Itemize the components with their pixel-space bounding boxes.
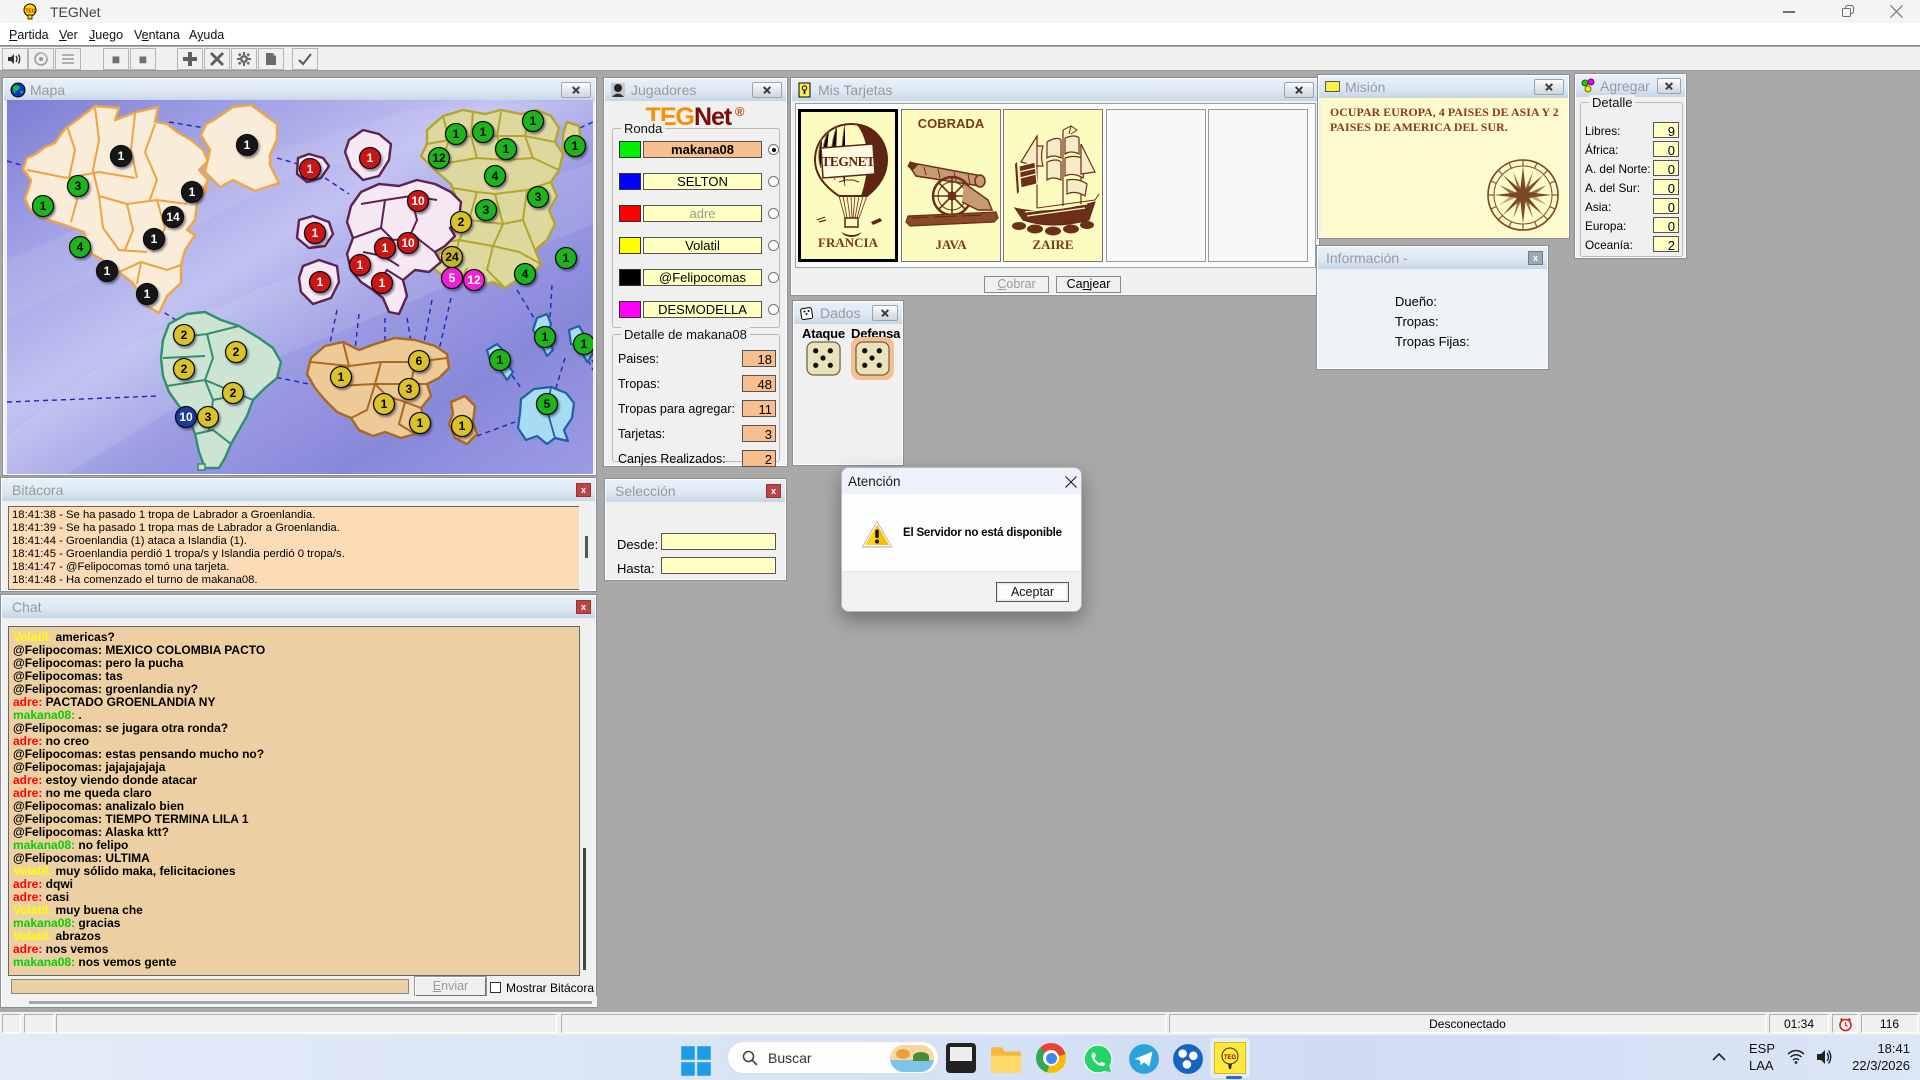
svg-text:1: 1 bbox=[338, 370, 345, 384]
svg-text:3: 3 bbox=[205, 410, 212, 424]
svg-text:1: 1 bbox=[572, 139, 579, 153]
svg-text:1: 1 bbox=[118, 149, 125, 163]
svg-text:12: 12 bbox=[467, 273, 481, 287]
svg-text:4: 4 bbox=[492, 169, 499, 183]
svg-text:2: 2 bbox=[181, 328, 188, 342]
svg-text:3: 3 bbox=[535, 190, 542, 204]
svg-text:4: 4 bbox=[77, 240, 84, 254]
svg-text:1: 1 bbox=[459, 419, 466, 433]
svg-text:3: 3 bbox=[483, 203, 490, 217]
svg-text:10: 10 bbox=[179, 410, 193, 424]
svg-text:1: 1 bbox=[497, 353, 504, 367]
svg-text:1: 1 bbox=[104, 264, 111, 278]
svg-text:1: 1 bbox=[581, 337, 588, 351]
svg-text:2: 2 bbox=[181, 362, 188, 376]
svg-text:1: 1 bbox=[367, 151, 374, 165]
svg-text:1: 1 bbox=[151, 232, 158, 246]
svg-text:1: 1 bbox=[382, 241, 389, 255]
svg-text:1: 1 bbox=[503, 142, 510, 156]
svg-text:2: 2 bbox=[230, 386, 237, 400]
svg-text:1: 1 bbox=[40, 199, 47, 213]
svg-text:TEG: TEG bbox=[25, 9, 35, 15]
svg-text:1: 1 bbox=[381, 397, 388, 411]
svg-text:2: 2 bbox=[233, 345, 240, 359]
svg-text:1: 1 bbox=[144, 287, 151, 301]
svg-text:1: 1 bbox=[379, 276, 386, 290]
svg-text:1: 1 bbox=[530, 114, 537, 128]
svg-text:10: 10 bbox=[401, 236, 415, 250]
svg-text:14: 14 bbox=[166, 210, 180, 224]
svg-text:1: 1 bbox=[244, 138, 251, 152]
svg-text:1: 1 bbox=[563, 251, 570, 265]
svg-text:1: 1 bbox=[453, 127, 460, 141]
svg-text:10: 10 bbox=[411, 194, 425, 208]
svg-text:1: 1 bbox=[542, 330, 549, 344]
svg-text:TEGNET: TEGNET bbox=[821, 154, 875, 169]
svg-text:3: 3 bbox=[75, 179, 82, 193]
svg-text:24: 24 bbox=[445, 250, 459, 264]
svg-text:3: 3 bbox=[406, 382, 413, 396]
svg-text:1: 1 bbox=[317, 275, 324, 289]
svg-text:2: 2 bbox=[458, 215, 465, 229]
svg-text:1: 1 bbox=[189, 185, 196, 199]
svg-text:12: 12 bbox=[432, 151, 446, 165]
svg-text:1: 1 bbox=[480, 125, 487, 139]
svg-text:1: 1 bbox=[312, 226, 319, 240]
svg-text:1: 1 bbox=[417, 416, 424, 430]
svg-text:1: 1 bbox=[307, 162, 314, 176]
svg-text:1: 1 bbox=[357, 258, 364, 272]
svg-text:5: 5 bbox=[544, 397, 551, 411]
svg-text:6: 6 bbox=[416, 354, 423, 368]
svg-text:TEG: TEG bbox=[1224, 1055, 1237, 1061]
svg-text:5: 5 bbox=[449, 271, 456, 285]
svg-text:4: 4 bbox=[522, 267, 529, 281]
